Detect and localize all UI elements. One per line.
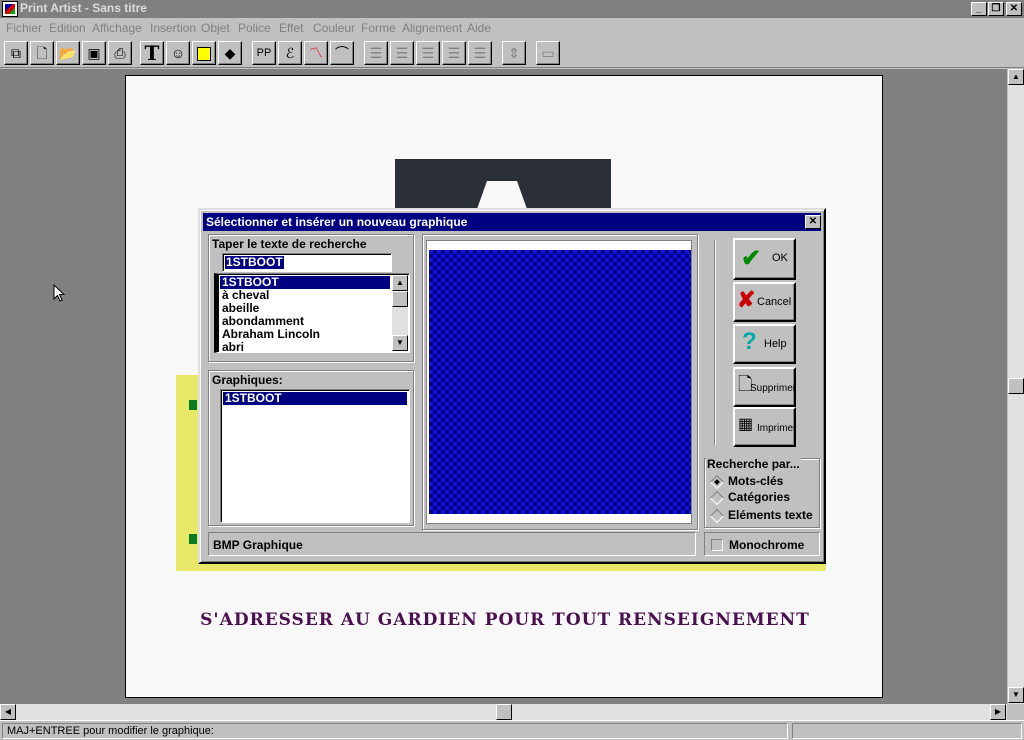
align-right-icon[interactable]: ☰ — [416, 41, 440, 65]
open-folder-icon[interactable]: 📂 — [56, 41, 80, 65]
status-bar: MAJ+ENTREE pour modifier le graphique: — [0, 720, 1024, 740]
chart-icon[interactable]: 〽 — [304, 41, 328, 65]
align-center-icon[interactable]: ☰ — [390, 41, 414, 65]
green-marker — [189, 534, 197, 544]
menu-bar: Fichier Edition Affichage Insertion Obje… — [0, 18, 1024, 38]
shapes-icon[interactable]: ◆ — [218, 41, 242, 65]
title-bar: Print Artist - Sans titre _ ❐ ✕ — [0, 0, 1024, 18]
print-icon: ▦ — [738, 416, 754, 433]
menu-insertion[interactable]: Insertion — [150, 21, 196, 35]
cancel-button[interactable]: ✘ Cancel — [733, 282, 796, 322]
vertical-spacing-icon[interactable]: ⇕ — [502, 41, 526, 65]
keyword-item[interactable]: abri — [220, 341, 244, 352]
monochrome-panel: Monochrome — [704, 532, 820, 556]
search-input[interactable]: 1STBOOT — [222, 253, 392, 272]
preview-image — [429, 250, 691, 514]
app-icon[interactable] — [2, 1, 18, 17]
file-type-panel: BMP Graphique — [208, 532, 696, 556]
menu-effet[interactable]: Effet — [279, 21, 303, 35]
green-marker — [189, 400, 197, 410]
ornament-icon[interactable]: ℰ — [278, 41, 302, 65]
menu-fichier[interactable]: Fichier — [6, 21, 42, 35]
scroll-down-icon[interactable]: ▼ — [1008, 687, 1024, 703]
keyword-list[interactable]: 1STBOOT à cheval abeille abondamment Abr… — [214, 273, 410, 353]
graphic-preview — [426, 240, 692, 524]
align-left-icon[interactable]: ☰ — [364, 41, 388, 65]
search-by-label: Recherche par... — [706, 457, 801, 471]
banner-text[interactable]: S'ADRESSER AU GARDIEN POUR TOUT RENSEIGN… — [126, 610, 884, 630]
radio-keywords-label[interactable]: Mots-clés — [728, 474, 783, 488]
scroll-left-icon[interactable]: ◀ — [0, 704, 16, 720]
window-title: Print Artist - Sans titre — [20, 1, 147, 15]
question-icon: ? — [742, 328, 757, 355]
text-arc-icon[interactable]: ⌒ — [330, 41, 354, 65]
new-document-icon[interactable]: 🗋 — [30, 41, 54, 65]
menu-affichage[interactable]: Affichage — [92, 21, 142, 35]
checkmark-icon: ✔ — [741, 245, 762, 272]
status-panel — [792, 723, 1022, 739]
vertical-scrollbar[interactable]: ▲ ▼ — [1007, 69, 1024, 704]
toolbar: ⧉ 🗋 📂 ▣ ⎙ T ☺ ◆ PP ℰ 〽 ⌒ ☰ ☰ ☰ ☰ ☰ ⇕ ▭ — [0, 38, 1024, 68]
dialog-title: Sélectionner et insérer un nouveau graph… — [203, 213, 821, 231]
dialog-close-button[interactable]: ✕ — [805, 215, 821, 229]
help-button[interactable]: ? Help — [733, 324, 796, 364]
insert-graphic-dialog: Sélectionner et insérer un nouveau graph… — [198, 208, 826, 564]
menu-aide[interactable]: Aide — [467, 21, 491, 35]
cross-icon: ✘ — [737, 287, 756, 312]
radio-categories-label[interactable]: Catégories — [728, 490, 790, 504]
scroll-up-icon[interactable]: ▲ — [1008, 69, 1024, 85]
scroll-down-icon[interactable]: ▼ — [392, 335, 408, 351]
scroll-thumb[interactable] — [496, 704, 512, 720]
close-button[interactable]: ✕ — [1006, 2, 1022, 16]
scroll-corner — [1007, 704, 1024, 720]
text-icon[interactable]: T — [140, 41, 164, 65]
graphics-item[interactable]: 1STBOOT — [223, 392, 407, 405]
scroll-thumb[interactable] — [1008, 378, 1024, 394]
monochrome-label[interactable]: Monochrome — [729, 538, 804, 552]
mouse-cursor-icon — [53, 284, 65, 302]
keyword-item[interactable]: Abraham Lincoln — [220, 328, 320, 341]
dark-shape[interactable] — [395, 159, 611, 209]
menu-alignement[interactable]: Alignement — [402, 21, 462, 35]
print-button[interactable]: ▦ Imprimer — [733, 407, 796, 447]
copy-icon[interactable]: ⧉ — [4, 41, 28, 65]
save-icon[interactable]: ▣ — [82, 41, 106, 65]
graphics-label: Graphiques: — [212, 373, 283, 387]
menu-couleur[interactable]: Couleur — [313, 21, 355, 35]
file-type-label: BMP Graphique — [213, 538, 303, 552]
scroll-up-icon[interactable]: ▲ — [392, 275, 408, 291]
menu-forme[interactable]: Forme — [361, 21, 396, 35]
delete-button[interactable]: 🗋 Supprimer — [733, 367, 796, 407]
search-input-value: 1STBOOT — [225, 255, 284, 269]
menu-edition[interactable]: Edition — [49, 21, 86, 35]
separator — [714, 240, 716, 445]
menu-police[interactable]: Police — [238, 21, 271, 35]
rectangle-icon[interactable] — [192, 41, 216, 65]
horizontal-scrollbar[interactable]: ◀ ▶ — [0, 704, 1007, 720]
radio-text-elements-label[interactable]: Eléments texte — [728, 508, 813, 522]
ok-button[interactable]: ✔ OK — [733, 238, 796, 280]
graphics-list[interactable]: 1STBOOT — [220, 389, 410, 523]
frame-icon[interactable]: ▭ — [536, 41, 560, 65]
status-message: MAJ+ENTREE pour modifier le graphique: — [2, 723, 788, 739]
headline-icon[interactable]: PP — [252, 41, 276, 65]
minimize-button[interactable]: _ — [971, 2, 987, 16]
scroll-right-icon[interactable]: ▶ — [990, 704, 1006, 720]
scroll-thumb[interactable] — [392, 291, 408, 307]
justify-spread-icon[interactable]: ☰ — [468, 41, 492, 65]
search-label: Taper le texte de recherche — [212, 237, 367, 251]
keyword-list-scrollbar[interactable]: ▲ ▼ — [392, 275, 408, 351]
justify-icon[interactable]: ☰ — [442, 41, 466, 65]
restore-button[interactable]: ❐ — [988, 2, 1004, 16]
print-icon[interactable]: ⎙ — [108, 41, 132, 65]
clipart-face-icon[interactable]: ☺ — [166, 41, 190, 65]
menu-objet[interactable]: Objet — [201, 21, 230, 35]
monochrome-checkbox[interactable] — [711, 539, 723, 551]
